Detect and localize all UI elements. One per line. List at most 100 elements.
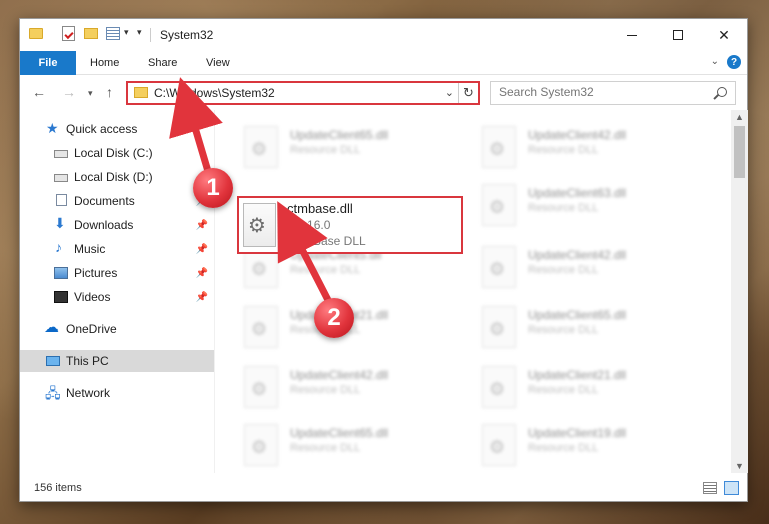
- file-type: Resource DLL: [528, 264, 599, 276]
- computer-icon: [46, 356, 60, 366]
- sidebar-item-pictures[interactable]: Pictures 📌: [20, 262, 214, 284]
- file-tile[interactable]: UpdateClient65.dll Resource DLL: [478, 304, 708, 354]
- file-tile[interactable]: UpdateClient42.dll Resource DLL: [478, 124, 708, 174]
- sidebar-item-videos[interactable]: Videos 📌: [20, 286, 214, 308]
- new-folder-icon[interactable]: [84, 28, 98, 39]
- file-name: ctmbase.dll: [287, 201, 353, 216]
- scroll-up-icon[interactable]: ▲: [735, 112, 744, 122]
- file-type: Resource DLL: [290, 144, 361, 156]
- step-2-badge: 2: [314, 298, 354, 338]
- file-tile[interactable]: UpdateClient21.dll Resource DLL: [478, 364, 708, 414]
- expand-ribbon-icon[interactable]: ⌄: [711, 56, 719, 67]
- search-icon: [717, 87, 727, 97]
- dll-file-icon: [244, 424, 278, 466]
- sidebar-item-local-disk-c[interactable]: Local Disk (C:): [20, 142, 214, 164]
- download-icon: ⬇: [54, 215, 66, 231]
- tab-home[interactable]: Home: [90, 51, 119, 75]
- file-tile[interactable]: UpdateClient21.dll Resource DLL: [240, 304, 470, 354]
- file-type: Resource DLL: [290, 384, 361, 396]
- sidebar-item-label: Quick access: [66, 122, 138, 136]
- tab-file[interactable]: File: [20, 51, 76, 75]
- forward-button[interactable]: →: [62, 84, 76, 100]
- pin-icon[interactable]: 📌: [196, 292, 208, 303]
- customize-toolbar-icon[interactable]: ▾: [137, 27, 142, 38]
- sidebar-item-label: Network: [66, 386, 111, 400]
- file-tile[interactable]: UpdateClient42.dll Resource DLL: [240, 364, 470, 414]
- address-bar[interactable]: C:\Windows\System32 ⌄ ↻: [126, 81, 480, 105]
- sidebar-item-label: Local Disk (D:): [74, 170, 153, 184]
- dll-file-icon: [482, 184, 516, 226]
- large-icons-view-icon[interactable]: [724, 481, 739, 495]
- quick-access-dropdown-icon[interactable]: ▾: [124, 27, 129, 38]
- view-icon[interactable]: [106, 27, 120, 40]
- address-path[interactable]: C:\Windows\System32: [154, 86, 275, 100]
- tab-share[interactable]: Share: [148, 51, 177, 75]
- pictures-icon: [54, 267, 68, 279]
- sidebar-item-network[interactable]: 🖧 Network: [20, 382, 214, 404]
- network-icon: 🖧: [45, 385, 61, 401]
- sidebar-item-documents[interactable]: Documents 📌: [20, 190, 214, 212]
- drive-icon: [54, 150, 68, 158]
- sidebar-item-label: OneDrive: [66, 322, 117, 336]
- scroll-down-icon[interactable]: ▼: [735, 461, 744, 471]
- pin-icon[interactable]: 📌: [196, 244, 208, 255]
- file-name: UpdateClient42.dll: [290, 368, 389, 382]
- file-list: UpdateClient65.dll Resource DLL UpdateCl…: [216, 110, 730, 473]
- drive-icon: [54, 174, 68, 182]
- search-box[interactable]: [490, 81, 736, 105]
- refresh-button[interactable]: ↻: [458, 83, 478, 103]
- file-tile[interactable]: UpdateClient63.dll Resource DLL: [478, 182, 708, 232]
- back-button[interactable]: ←: [32, 84, 46, 100]
- scroll-thumb[interactable]: [734, 126, 745, 178]
- dll-file-icon: [482, 306, 516, 348]
- minimize-button[interactable]: [609, 19, 655, 51]
- sidebar-item-music[interactable]: ♪ Music 📌: [20, 238, 214, 260]
- sidebar-item-this-pc[interactable]: This PC: [20, 350, 214, 372]
- maximize-button[interactable]: [655, 19, 701, 51]
- close-button[interactable]: ✕: [701, 19, 747, 51]
- pin-icon[interactable]: 📌: [196, 220, 208, 231]
- file-type: Resource DLL: [528, 324, 599, 336]
- file-name: UpdateClient42.dll: [528, 128, 627, 142]
- dll-file-icon: [482, 126, 516, 168]
- sidebar-item-downloads[interactable]: ⬇ Downloads 📌: [20, 214, 214, 236]
- music-icon: ♪: [55, 239, 62, 255]
- search-input[interactable]: [499, 85, 699, 99]
- status-bar: 156 items: [20, 477, 747, 501]
- ctmbase-dll-tile[interactable]: ⚙ ctmbase.dll 1.0.16.0 CTMBase DLL: [237, 196, 463, 254]
- file-tile[interactable]: UpdateClient42.dll Resource DLL: [478, 244, 708, 294]
- star-icon: ★: [46, 120, 59, 136]
- documents-icon: [56, 194, 67, 206]
- dll-file-icon: [482, 246, 516, 288]
- sidebar-item-label: Documents: [74, 194, 135, 208]
- file-tile[interactable]: UpdateClient65.dll Resource DLL: [240, 124, 470, 174]
- sidebar-item-local-disk-d[interactable]: Local Disk (D:): [20, 166, 214, 188]
- sidebar-item-label: Pictures: [74, 266, 118, 280]
- address-dropdown-icon[interactable]: ⌄: [445, 86, 454, 99]
- sidebar-item-onedrive[interactable]: ☁ OneDrive: [20, 318, 214, 340]
- pin-icon[interactable]: 📌: [196, 268, 208, 279]
- dll-file-icon: [482, 366, 516, 408]
- cloud-icon: ☁: [44, 319, 59, 336]
- file-type: Resource DLL: [290, 264, 361, 276]
- dll-file-icon: [244, 366, 278, 408]
- help-icon[interactable]: ?: [727, 55, 741, 69]
- details-view-icon[interactable]: [703, 482, 717, 494]
- recent-locations-icon[interactable]: ▾: [88, 88, 93, 99]
- vertical-scrollbar[interactable]: ▲ ▼: [731, 110, 748, 473]
- file-type: Resource DLL: [528, 144, 599, 156]
- folder-icon: [134, 87, 148, 98]
- file-explorer-window: ▾ ▾ System32 ✕ File Home Share View ⌄ ? …: [19, 18, 748, 502]
- up-button[interactable]: ↑: [106, 84, 113, 100]
- properties-icon[interactable]: [62, 26, 75, 41]
- file-tile[interactable]: UpdateClient65.dll Resource DLL: [240, 422, 470, 472]
- file-type: Resource DLL: [528, 442, 599, 454]
- file-name: UpdateClient65.dll: [528, 308, 627, 322]
- sidebar-item-quick-access[interactable]: ★ Quick access: [20, 118, 214, 140]
- ribbon: File Home Share View ⌄ ?: [20, 51, 747, 75]
- minimize-icon: [627, 34, 637, 36]
- sidebar-item-label: Music: [74, 242, 106, 256]
- tab-view[interactable]: View: [206, 51, 230, 75]
- file-tile[interactable]: UpdateClient19.dll Resource DLL: [478, 422, 708, 472]
- file-type: Resource DLL: [528, 384, 599, 396]
